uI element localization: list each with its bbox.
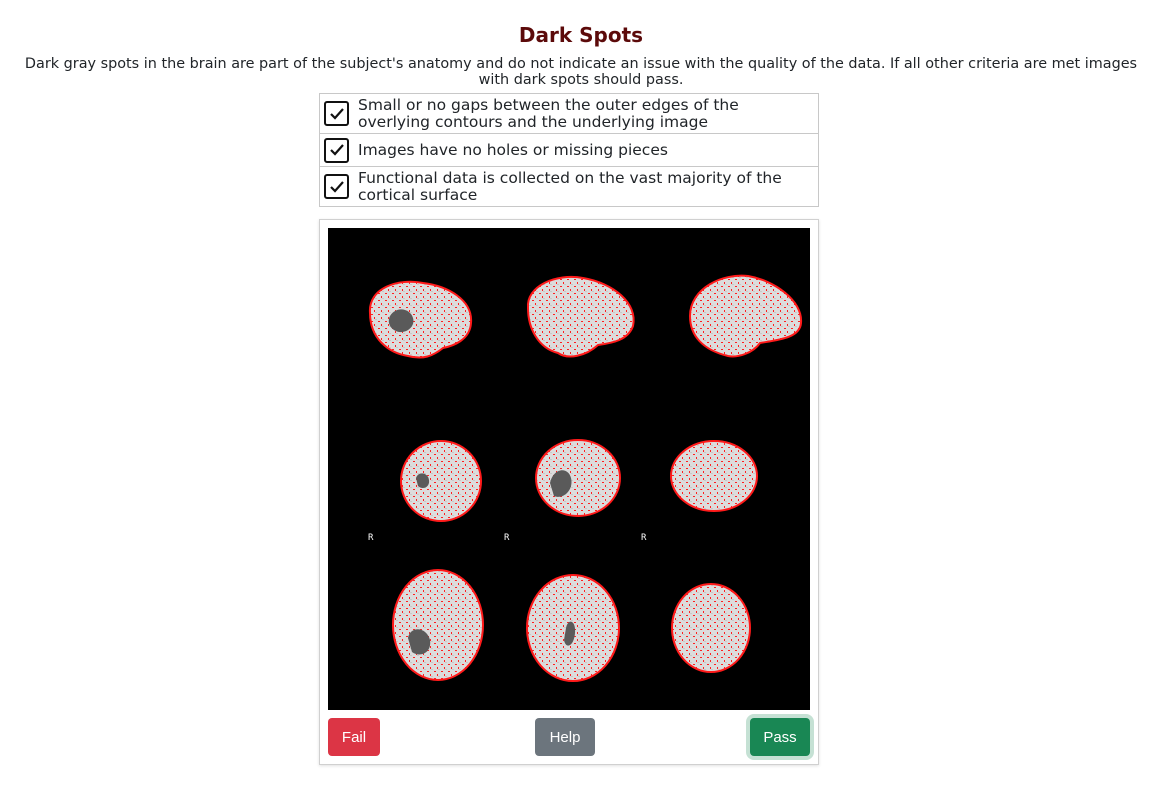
brain-slices-image: R R R	[368, 274, 803, 682]
coronal-slice	[535, 439, 621, 517]
criteria-label: Images have no holes or missing pieces	[358, 140, 668, 159]
checkmark-icon	[329, 107, 344, 120]
orientation-label: R	[641, 533, 647, 543]
help-button[interactable]: Help	[535, 718, 595, 756]
fail-button[interactable]: Fail	[328, 718, 380, 756]
coronal-slice	[400, 440, 482, 522]
criteria-checkbox[interactable]	[324, 101, 349, 126]
criteria-item: Small or no gaps between the outer edges…	[319, 93, 819, 134]
orientation-label: R	[368, 533, 374, 543]
page-title: Dark Spots	[518, 23, 644, 47]
criteria-item: Images have no holes or missing pieces	[319, 133, 819, 167]
pass-button[interactable]: Pass	[750, 718, 810, 756]
axial-slice	[392, 569, 484, 681]
checkmark-icon	[329, 180, 344, 193]
orientation-label: R	[504, 533, 510, 543]
brain-image-viewer: R R R	[328, 228, 810, 710]
qc-card: R R R Fail Help Pass	[319, 219, 819, 765]
sagittal-slice	[368, 280, 473, 359]
checkmark-icon	[329, 144, 344, 156]
coronal-slice	[670, 440, 758, 512]
sagittal-slice	[688, 274, 803, 358]
axial-slice	[526, 574, 620, 682]
axial-slice	[671, 583, 751, 673]
sagittal-slice	[526, 276, 635, 358]
page-description: Dark gray spots in the brain are part of…	[24, 56, 1138, 88]
criteria-item: Functional data is collected on the vast…	[319, 166, 819, 207]
criteria-checkbox[interactable]	[324, 137, 349, 163]
criteria-label: Small or no gaps between the outer edges…	[358, 95, 739, 131]
criteria-label: Functional data is collected on the vast…	[358, 168, 782, 204]
criteria-checkbox[interactable]	[324, 174, 349, 199]
criteria-list: Small or no gaps between the outer edges…	[319, 93, 819, 207]
